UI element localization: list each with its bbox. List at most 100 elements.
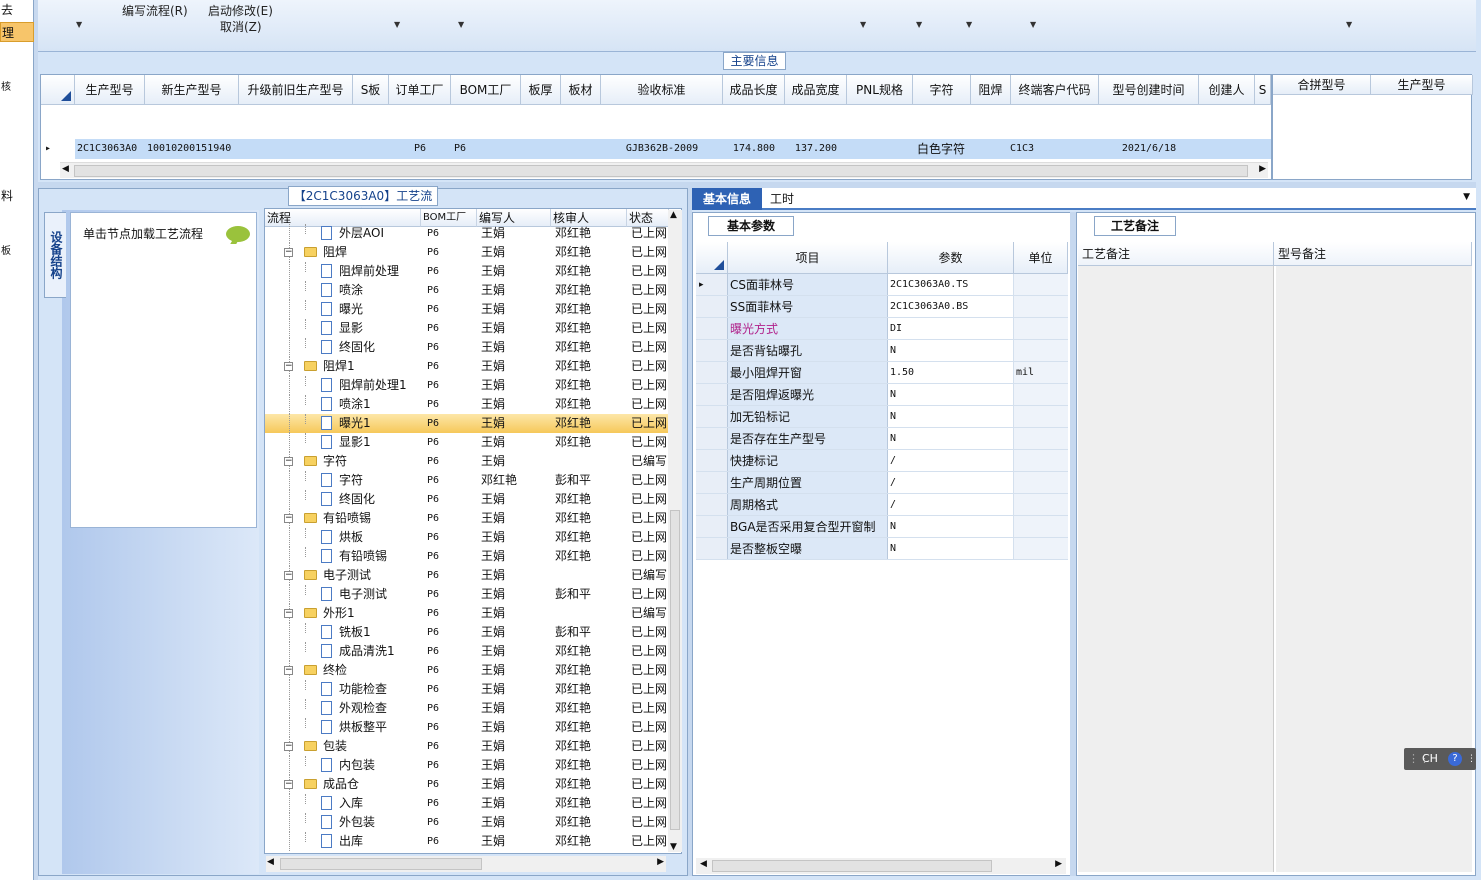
tree-item-row[interactable]: 外层AOI P6 王娟 邓红艳 已上网 (265, 224, 669, 243)
tree-folder-row[interactable]: − 终检 P6 王娟 邓红艳 已上网 (265, 661, 669, 680)
param-value[interactable]: / (888, 472, 1014, 493)
col-header[interactable]: 成品长度 (723, 75, 785, 105)
dropdown-arrow-icon[interactable]: ▼ (1346, 20, 1352, 29)
tree-item-row[interactable]: 阻焊前处理1 P6 王娟 邓红艳 已上网 (265, 376, 669, 395)
tab-dropdown-icon[interactable]: ▼ (1463, 192, 1470, 202)
scroll-up-icon[interactable]: ▲ (670, 210, 677, 220)
col-header[interactable]: 单位 (1014, 242, 1068, 274)
cell-length[interactable]: 174.800 (723, 139, 785, 159)
cell-width[interactable]: 137.200 (785, 139, 847, 159)
cell-accept-std[interactable]: GJB362B-2009 (601, 139, 723, 159)
col-header[interactable]: 型号备注 (1274, 242, 1472, 266)
param-row[interactable]: 曝光方式 DI (696, 318, 1068, 340)
param-row[interactable]: 是否阻焊返曝光 N (696, 384, 1068, 406)
col-header[interactable]: 创建人 (1199, 75, 1255, 105)
col-header[interactable]: 板厚 (521, 75, 561, 105)
col-header[interactable]: 项目 (728, 242, 888, 274)
param-value[interactable]: N (888, 538, 1014, 559)
col-header[interactable]: 型号创建时间 (1099, 75, 1199, 105)
param-value[interactable]: N (888, 428, 1014, 449)
cell-char[interactable]: 白色字符 (903, 139, 979, 159)
collapse-icon[interactable]: − (284, 457, 293, 466)
param-value[interactable]: 2C1C3063A0.BS (888, 296, 1014, 317)
col-header[interactable]: 工艺备注 (1078, 242, 1274, 266)
tree-item-row[interactable]: 有铅喷锡 P6 王娟 邓红艳 已上网 (265, 547, 669, 566)
col-header[interactable]: 生产型号 (75, 75, 145, 105)
table-row-selected[interactable]: ▸ 2C1C3063A0 10010200151940 P6 P6 GJB362… (41, 107, 1271, 159)
scroll-down-icon[interactable]: ▼ (670, 842, 677, 852)
tree-item-row[interactable]: 曝光 P6 王娟 邓红艳 已上网 (265, 300, 669, 319)
cell-prod-model[interactable]: 2C1C3063A0 (77, 139, 143, 159)
param-row[interactable]: SS面菲林号 2C1C3063A0.BS (696, 296, 1068, 318)
tree-item-row[interactable]: 显影1 P6 王娟 邓红艳 已上网 (265, 433, 669, 452)
params-tab[interactable]: 基本参数 (708, 216, 794, 236)
tree-item-row[interactable]: 喷涂1 P6 王娟 邓红艳 已上网 (265, 395, 669, 414)
craft-remark-field[interactable] (1078, 266, 1274, 872)
scroll-right-icon[interactable]: ▶ (1055, 859, 1062, 869)
scroll-right-icon[interactable]: ▶ (657, 857, 664, 867)
tree-item-row[interactable]: 成品清洗1 P6 王娟 邓红艳 已上网 (265, 642, 669, 661)
dropdown-arrow-icon[interactable]: ▼ (966, 20, 972, 29)
cell-bom-factory[interactable]: P6 (425, 139, 495, 159)
param-row[interactable]: 是否整板空曝 N (696, 538, 1068, 560)
scroll-right-icon[interactable]: ▶ (1259, 164, 1266, 174)
scroll-left-icon[interactable]: ◀ (267, 857, 274, 867)
tree-item-row[interactable]: 字符 P6 邓红艳 彭和平 已上网 (265, 471, 669, 490)
tree-item-row[interactable]: 功能检查 P6 王娟 邓红艳 已上网 (265, 680, 669, 699)
equipment-structure-tab[interactable]: 设备结构 (44, 212, 66, 298)
tree-item-row[interactable]: 外观检查 P6 王娟 邓红艳 已上网 (265, 699, 669, 718)
tree-folder-row[interactable]: − 阻焊 P6 王娟 邓红艳 已上网 (265, 243, 669, 262)
col-header[interactable]: 验收标准 (601, 75, 723, 105)
tree-item-row[interactable]: 烘板整平 P6 王娟 邓红艳 已上网 (265, 718, 669, 737)
param-value[interactable]: N (888, 516, 1014, 537)
tree-item-row[interactable]: 显影 P6 王娟 邓红艳 已上网 (265, 319, 669, 338)
tree-folder-row[interactable]: − 包装 P6 王娟 邓红艳 已上网 (265, 737, 669, 756)
left-nav-item[interactable]: 板 (0, 242, 34, 262)
collapse-icon[interactable]: − (284, 666, 293, 675)
col-header[interactable]: 订单工厂 (389, 75, 451, 105)
tab-basic-info[interactable]: 基本信息 (692, 188, 762, 210)
col-header[interactable]: 板材 (561, 75, 601, 105)
scroll-left-icon[interactable]: ◀ (62, 164, 69, 174)
col-header[interactable]: 字符 (913, 75, 971, 105)
left-nav-item-selected[interactable]: 理 (0, 22, 34, 42)
tree-item-row[interactable]: 烘板 P6 王娟 邓红艳 已上网 (265, 528, 669, 547)
param-row[interactable]: 生产周期位置 / (696, 472, 1068, 494)
cancel-button[interactable]: 取消(Z) (220, 18, 262, 35)
tab-work-hours[interactable]: 工时 (770, 188, 810, 210)
tree-item-row[interactable]: 阻焊前处理 P6 王娟 邓红艳 已上网 (265, 262, 669, 281)
col-header[interactable]: S (1255, 75, 1271, 105)
col-header[interactable]: S板 (353, 75, 389, 105)
ime-toolbar[interactable]: ⋮⋮ CH ? ⋮ (1404, 748, 1476, 770)
collapse-icon[interactable]: − (284, 248, 293, 257)
param-row[interactable]: 周期格式 / (696, 494, 1068, 516)
tree-folder-row[interactable]: − 外形1 P6 王娟 已编写 (265, 604, 669, 623)
param-row[interactable]: 是否背钻曝孔 N (696, 340, 1068, 362)
col-header[interactable]: 成品宽度 (785, 75, 847, 105)
dropdown-arrow-icon[interactable]: ▼ (458, 20, 464, 29)
left-nav-item[interactable]: 去 (0, 0, 34, 20)
col-header[interactable]: 阻焊 (971, 75, 1011, 105)
dropdown-arrow-icon[interactable]: ▼ (860, 20, 866, 29)
dropdown-arrow-icon[interactable]: ▼ (916, 20, 922, 29)
cell-customer-code[interactable]: C1C3 (991, 139, 1053, 159)
param-value[interactable]: / (888, 494, 1014, 515)
remarks-tab[interactable]: 工艺备注 (1094, 216, 1176, 236)
param-value[interactable]: N (888, 406, 1014, 427)
write-flow-button[interactable]: 编写流程(R) (122, 2, 188, 19)
param-row[interactable]: BGA是否采用复合型开窗制作N (696, 516, 1068, 556)
param-row[interactable]: 加无铅标记 N (696, 406, 1068, 428)
col-header[interactable]: BOM工厂 (451, 75, 521, 105)
tree-folder-row[interactable]: − 成品仓 P6 王娟 邓红艳 已上网 (265, 775, 669, 794)
param-value[interactable]: DI (888, 318, 1014, 339)
ime-menu-icon[interactable]: ⋮ (1467, 748, 1476, 770)
tree-item-row[interactable]: 终固化 P6 王娟 邓红艳 已上网 (265, 338, 669, 357)
start-modify-button[interactable]: 启动修改(E) (208, 2, 273, 19)
left-nav-item[interactable]: 料 (0, 186, 34, 206)
col-header[interactable]: 合拼型号 (1273, 75, 1371, 95)
collapse-icon[interactable]: − (284, 609, 293, 618)
col-header[interactable]: 生产型号 (1371, 75, 1473, 95)
tree-item-row[interactable]: 外包装 P6 王娟 邓红艳 已上网 (265, 813, 669, 832)
cell-new-prod-model[interactable]: 10010200151940 (147, 139, 239, 159)
dropdown-arrow-icon[interactable]: ▼ (1030, 20, 1036, 29)
